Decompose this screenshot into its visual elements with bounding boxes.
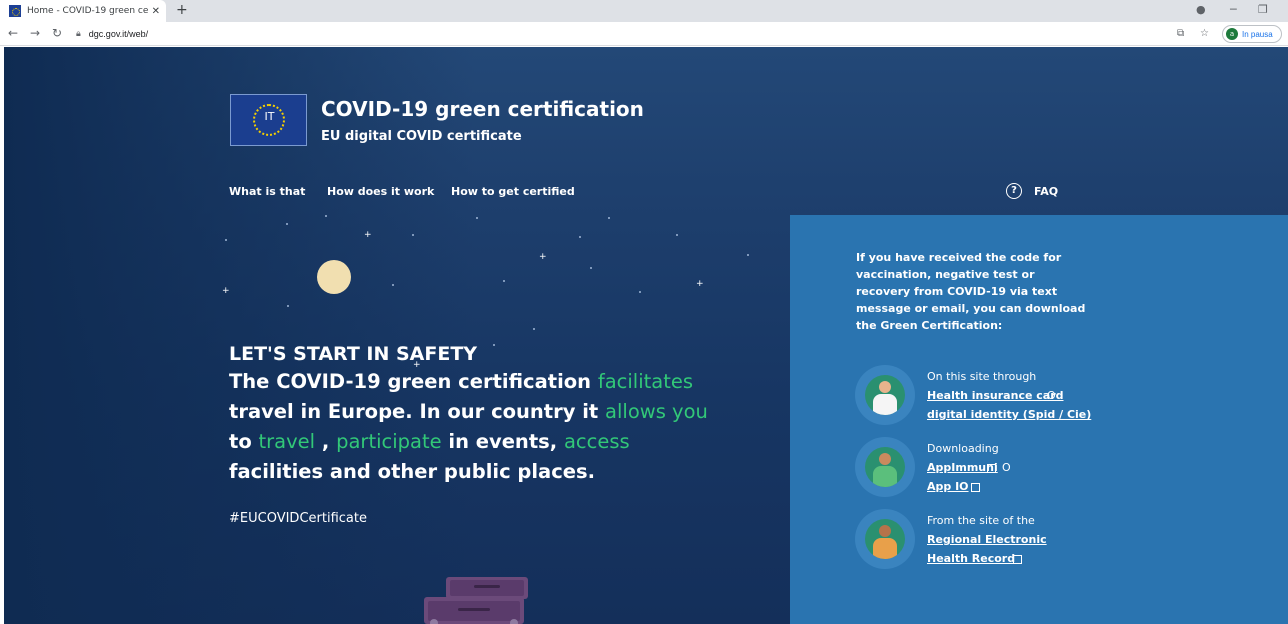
- url-text: dgc.gov.it/web/: [88, 29, 149, 39]
- person-phone-illustration-icon: [855, 437, 915, 497]
- option-regional-record: From the site of the Regional Electronic…: [855, 509, 1135, 573]
- dot: [639, 291, 641, 293]
- back-arrow-icon[interactable]: ←: [8, 26, 18, 40]
- dot: [590, 267, 592, 269]
- eu-flag-logo[interactable]: IT: [230, 94, 307, 146]
- browser-tab-bar: Home - COVID-19 green certific ✕ + ● ─ ❐: [0, 0, 1288, 22]
- regional-electronic-link[interactable]: Regional Electronic: [927, 533, 1047, 546]
- suitcase-illustration: [424, 577, 528, 624]
- star-icon: +: [539, 252, 547, 262]
- new-tab-button[interactable]: +: [176, 2, 188, 18]
- forward-arrow-icon[interactable]: →: [30, 26, 40, 40]
- health-record-link[interactable]: Health Record: [927, 552, 1015, 565]
- illustration-torso: [873, 394, 897, 415]
- minimize-icon[interactable]: ─: [1230, 3, 1237, 16]
- dot: [286, 223, 288, 225]
- reload-icon[interactable]: ↻: [52, 26, 62, 40]
- page: + + + + + IT COVID-19 green certificatio…: [4, 47, 1288, 624]
- moon-illustration: [317, 260, 351, 294]
- dot: [225, 239, 227, 241]
- restore-icon[interactable]: ❐: [1258, 3, 1268, 16]
- star-icon: +: [222, 286, 230, 296]
- panel-intro: If you have received the code for vaccin…: [856, 251, 1086, 332]
- dot: [476, 217, 478, 219]
- option-separator: O: [1047, 389, 1056, 402]
- eu-flag-favicon-icon: [9, 5, 21, 17]
- site-subtitle: EU digital COVID certificate: [321, 129, 522, 144]
- dot: [533, 328, 535, 330]
- nav-faq[interactable]: FAQ: [1034, 185, 1058, 198]
- hero-text-part: facilities and other public places.: [229, 460, 596, 483]
- hero-text-part: to: [229, 430, 259, 453]
- star-icon: +: [696, 279, 704, 289]
- question-circle-icon[interactable]: ?: [1006, 183, 1022, 199]
- star-icon: +: [364, 230, 372, 240]
- profile-button[interactable]: a In pausa: [1222, 25, 1282, 43]
- dot: [412, 234, 414, 236]
- hero-highlight: access: [563, 430, 630, 453]
- option-health-card: On this site through Health insurance ca…: [855, 365, 1135, 429]
- dot: [503, 280, 505, 282]
- url-field[interactable]: 🔒︎ dgc.gov.it/web/: [76, 25, 1184, 43]
- option-text: Downloading: [927, 442, 999, 455]
- external-link-icon[interactable]: [987, 464, 996, 473]
- record-icon[interactable]: ●: [1196, 3, 1206, 16]
- tab-title: Home - COVID-19 green certific: [27, 6, 148, 16]
- download-panel: If you have received the code for vaccin…: [790, 215, 1288, 624]
- illustration-torso: [873, 538, 897, 559]
- dot: [676, 234, 678, 236]
- dot: [287, 305, 289, 307]
- dot: [747, 254, 749, 256]
- hero-text-part: travel in Europe. In our country it: [229, 400, 606, 423]
- profile-status: In pausa: [1242, 29, 1273, 39]
- browser-tab[interactable]: Home - COVID-19 green certific ✕: [0, 0, 166, 22]
- nav-how-does-it-work[interactable]: How does it work: [327, 185, 434, 198]
- hero-section: LET'S START IN SAFETY The COVID-19 green…: [229, 341, 729, 487]
- hero-highlight: travel: [258, 430, 316, 453]
- hero-text-part: ,: [315, 430, 337, 453]
- illustration-bg: [865, 375, 905, 415]
- nav-what-is-that[interactable]: What is that: [229, 185, 305, 198]
- bookmark-star-icon[interactable]: ☆: [1200, 28, 1209, 39]
- option-text: From the site of the: [927, 514, 1035, 527]
- dot: [325, 215, 327, 217]
- external-link-icon[interactable]: [971, 483, 980, 492]
- option-text: On this site through: [927, 370, 1037, 383]
- woman-illustration-icon: [855, 509, 915, 569]
- illustration-head: [879, 525, 891, 537]
- avatar: a: [1226, 28, 1238, 40]
- hashtag: #EUCOVIDCertificate: [229, 511, 367, 526]
- hero-highlight: facilitates: [597, 370, 694, 393]
- hero-highlight: allows you: [605, 400, 708, 423]
- hero-highlight: participate: [336, 430, 442, 453]
- tab-close-icon[interactable]: ✕: [152, 6, 160, 17]
- illustration-head: [879, 453, 891, 465]
- site-title[interactable]: COVID-19 green certification: [321, 97, 644, 121]
- illustration-bg: [865, 447, 905, 487]
- country-code: IT: [264, 110, 275, 123]
- translate-icon[interactable]: ⧉: [1177, 28, 1184, 39]
- option-downloading: Downloading AppImmuni O App IO: [855, 437, 1135, 501]
- hero-text-part: in events,: [441, 430, 564, 453]
- app-io-link[interactable]: App IO: [927, 480, 969, 493]
- address-bar: ← → ↻ 🔒︎ dgc.gov.it/web/ ⧉ ☆ a In pausa: [0, 22, 1288, 46]
- illustration-bg: [865, 519, 905, 559]
- option-separator: O: [1002, 461, 1011, 474]
- illustration-head: [879, 381, 891, 393]
- external-link-icon[interactable]: [1013, 555, 1022, 564]
- dot: [579, 236, 581, 238]
- illustration-torso: [873, 466, 897, 487]
- dot: [608, 217, 610, 219]
- health-insurance-card-link[interactable]: Health insurance card: [927, 389, 1064, 402]
- hero-text-part: The COVID-19 green certification: [229, 370, 598, 393]
- dot: [392, 284, 394, 286]
- hero-heading: LET'S START IN SAFETY: [229, 343, 478, 365]
- lock-icon: 🔒︎: [76, 29, 81, 39]
- nav-how-to-get-certified[interactable]: How to get certified: [451, 185, 575, 198]
- digital-identity-link[interactable]: digital identity (Spid / Cie): [927, 408, 1091, 421]
- hero-text: The COVID-19 green certification facilit…: [229, 367, 729, 487]
- doctor-illustration-icon: [855, 365, 915, 425]
